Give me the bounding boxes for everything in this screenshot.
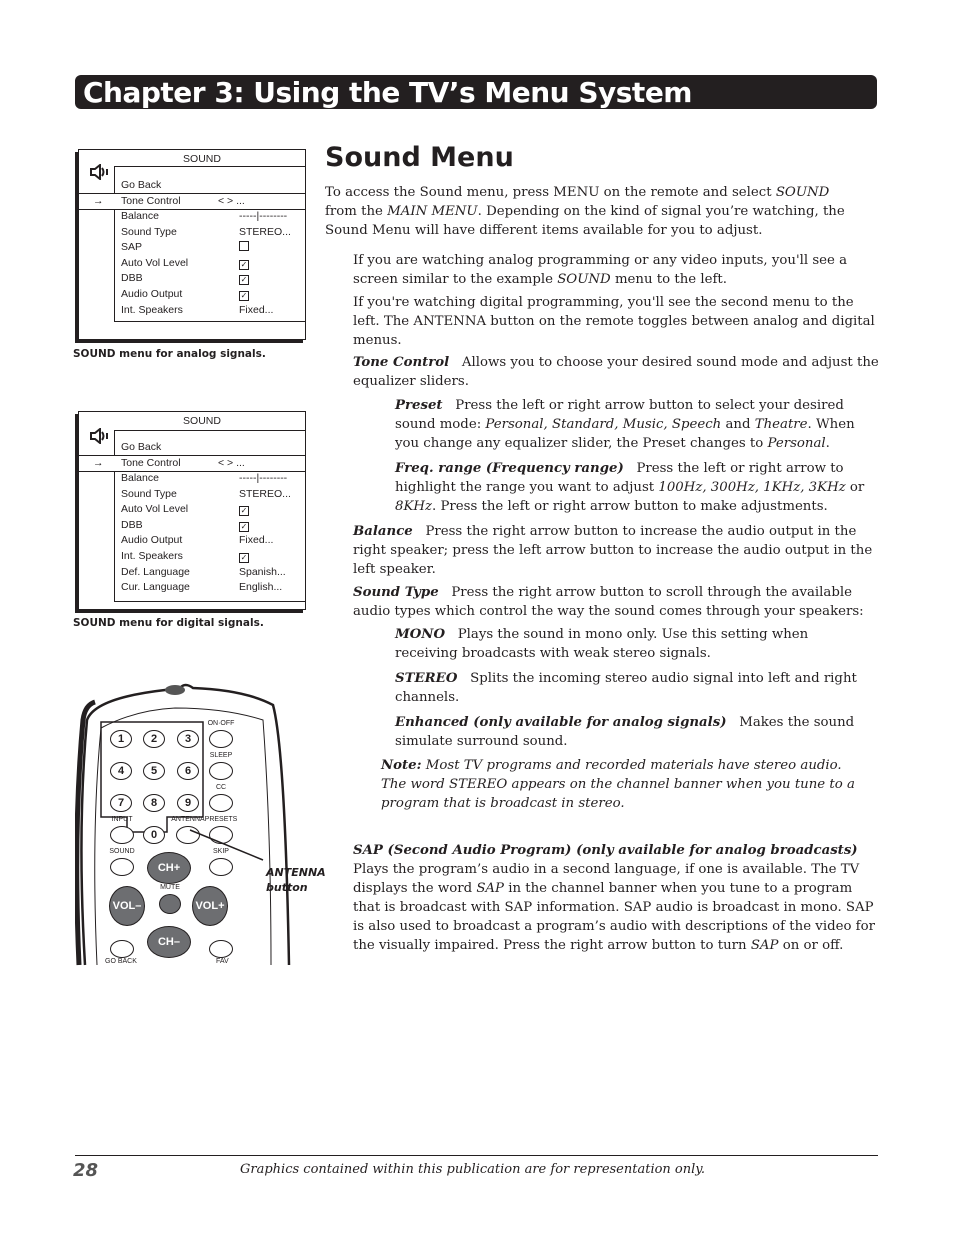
- analog-sound-menu: SOUND Go Back → Tone Control < > ... Bala…: [78, 149, 306, 340]
- input-button-label: INPUT: [111, 816, 133, 823]
- menu-item-balance[interactable]: Balance -----|--------: [121, 209, 301, 224]
- sap-paragraph: SAP (Second Audio Program) (only availab…: [353, 843, 875, 953]
- menu-item-cur-language[interactable]: Cur. Language English...: [121, 580, 301, 595]
- tone-control-paragraph: Tone Control Allows you to choose your d…: [353, 355, 879, 389]
- antenna-button-callout: ANTENNA button: [266, 866, 326, 894]
- menu-item-balance[interactable]: Balance -----|--------: [121, 471, 301, 486]
- sound-button-label: SOUND: [109, 848, 135, 855]
- volume-down-button[interactable]: VOL–: [109, 886, 145, 926]
- menu-item-sap[interactable]: SAP: [121, 240, 301, 255]
- analog-menu-caption: SOUND menu for analog signals.: [73, 348, 266, 360]
- go-back-button-label: GO BACK: [105, 958, 137, 965]
- number-button-1[interactable]: 1: [110, 730, 132, 748]
- enhanced-paragraph: Enhanced (only available for analog sign…: [395, 715, 855, 749]
- preset-paragraph: Preset Press the left or right arrow but…: [395, 398, 855, 451]
- number-button-9[interactable]: 9: [177, 794, 199, 812]
- selection-arrow-icon: →: [93, 457, 104, 469]
- sleep-button[interactable]: [209, 762, 233, 780]
- selection-arrow-icon: →: [93, 195, 104, 207]
- speaker-icon: [89, 426, 109, 449]
- menu-item-audio-output[interactable]: Audio Output ✓: [121, 287, 301, 302]
- menu-item-tone-control-selected[interactable]: → Tone Control < > ...: [79, 193, 305, 210]
- menu-item-go-back[interactable]: Go Back: [121, 440, 301, 455]
- fav-button[interactable]: [209, 940, 233, 958]
- presets-button-label: PRESETS: [204, 816, 238, 823]
- menu-item-dbb[interactable]: DBB ✓: [121, 271, 301, 286]
- sound-button[interactable]: [110, 858, 134, 876]
- balance-paragraph: Balance Press the right arrow button to …: [353, 524, 873, 577]
- page-number: 28: [73, 1160, 99, 1181]
- mono-paragraph: MONO Plays the sound in mono only. Use t…: [395, 627, 809, 661]
- checked-checkbox-icon[interactable]: ✓: [239, 275, 249, 286]
- menu-item-tone-control-selected[interactable]: → Tone Control < > ...: [79, 455, 305, 472]
- menu-title: SOUND: [183, 153, 221, 165]
- menu-item-dbb[interactable]: DBB ✓: [121, 518, 301, 533]
- menu-title: SOUND: [183, 415, 221, 427]
- footer-note: Graphics contained within this publicati…: [240, 1162, 706, 1177]
- digital-sound-menu: SOUND Go Back → Tone Control < > ... Bala…: [78, 411, 306, 610]
- menu-item-int-speakers[interactable]: Int. Speakers Fixed...: [121, 303, 301, 318]
- go-back-button[interactable]: [110, 940, 134, 958]
- number-button-2[interactable]: 2: [143, 730, 165, 748]
- checked-checkbox-icon[interactable]: ✓: [239, 553, 249, 563]
- channel-down-button[interactable]: CH–: [147, 926, 191, 958]
- sound-type-paragraph: Sound Type Press the right arrow button …: [353, 585, 864, 619]
- speaker-icon: [89, 162, 109, 185]
- volume-up-button[interactable]: VOL+: [192, 886, 228, 926]
- page-title: Sound Menu: [325, 142, 514, 173]
- checked-checkbox-icon[interactable]: ✓: [239, 521, 249, 532]
- menu-item-audio-output[interactable]: Audio Output Fixed...: [121, 533, 301, 548]
- intro-paragraph: To access the Sound menu, press MENU on …: [325, 185, 845, 238]
- number-button-3[interactable]: 3: [177, 730, 199, 748]
- number-button-8[interactable]: 8: [143, 794, 165, 812]
- number-button-6[interactable]: 6: [177, 762, 199, 780]
- chapter-title: Chapter 3: Using the TV’s Menu System: [83, 76, 692, 109]
- number-button-7[interactable]: 7: [110, 794, 132, 812]
- digital-paragraph: If you're watching digital programming, …: [353, 295, 875, 348]
- analog-paragraph: If you are watching analog programming o…: [353, 253, 848, 287]
- fav-button-label: FAV: [216, 958, 229, 965]
- power-button-label: ON·OFF: [207, 720, 235, 727]
- number-button-5[interactable]: 5: [143, 762, 165, 780]
- menu-item-auto-vol-level[interactable]: Auto Vol Level ✓: [121, 256, 301, 271]
- stereo-paragraph: STEREO Splits the incoming stereo audio …: [395, 671, 857, 705]
- menu-item-auto-vol-level[interactable]: Auto Vol Level ✓: [121, 502, 301, 517]
- unchecked-checkbox-icon[interactable]: [239, 241, 249, 252]
- mute-button[interactable]: [159, 894, 181, 914]
- chapter-header-bar: Chapter 3: Using the TV’s Menu System: [75, 75, 877, 109]
- checked-checkbox-icon[interactable]: ✓: [239, 506, 249, 517]
- checked-checkbox-icon[interactable]: ✓: [239, 259, 249, 270]
- cc-button-label: CC: [215, 784, 227, 791]
- number-button-0[interactable]: 0: [143, 826, 165, 844]
- menu-item-sound-type[interactable]: Sound Type STEREO...: [121, 225, 301, 240]
- menu-item-sound-type[interactable]: Sound Type STEREO...: [121, 487, 301, 502]
- mute-button-label: MUTE: [160, 884, 180, 891]
- cc-button[interactable]: [209, 794, 233, 812]
- input-button[interactable]: [110, 826, 134, 844]
- footer-divider: [75, 1155, 878, 1156]
- note-paragraph: Note: Most TV programs and recorded mate…: [381, 758, 855, 811]
- checked-checkbox-icon[interactable]: ✓: [239, 291, 249, 301]
- menu-item-def-language[interactable]: Def. Language Spanish...: [121, 565, 301, 580]
- number-button-4[interactable]: 4: [110, 762, 132, 780]
- menu-item-go-back[interactable]: Go Back: [121, 178, 301, 193]
- power-button[interactable]: [209, 730, 233, 748]
- menu-item-int-speakers[interactable]: Int. Speakers ✓: [121, 549, 301, 564]
- sleep-button-label: SLEEP: [209, 752, 233, 759]
- digital-menu-caption: SOUND menu for digital signals.: [73, 617, 264, 629]
- freq-range-paragraph: Freq. range (Frequency range) Press the …: [395, 461, 865, 514]
